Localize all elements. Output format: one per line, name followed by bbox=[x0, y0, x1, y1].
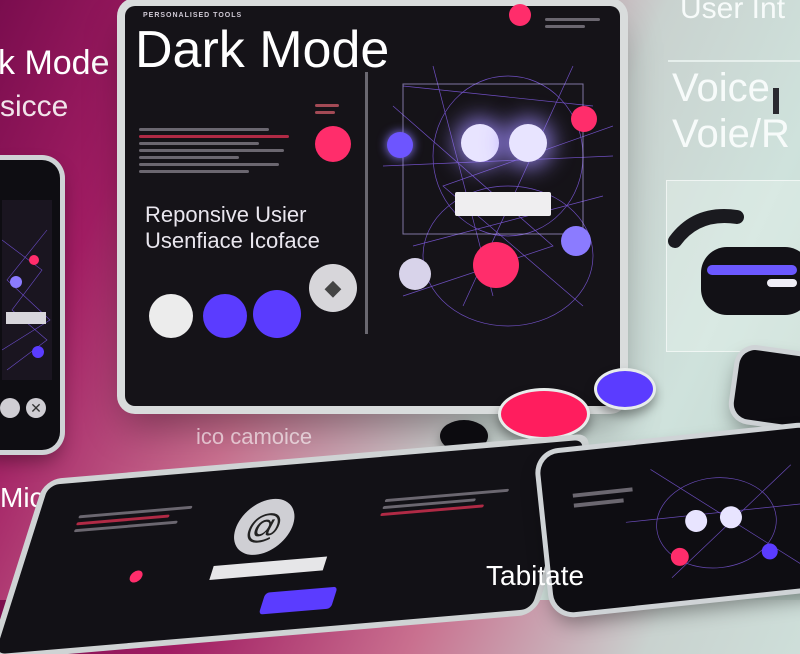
bottom-tablet-purple-bar[interactable] bbox=[258, 586, 338, 615]
right-edge-phone bbox=[731, 347, 800, 435]
purple-mode-button-1[interactable] bbox=[203, 294, 247, 338]
small-label-block bbox=[315, 100, 341, 118]
close-icon[interactable]: ✕ bbox=[26, 398, 46, 418]
robot-accent-left bbox=[387, 132, 413, 158]
panel-header-text: PERSONALISED TOOLS bbox=[143, 12, 243, 19]
bottom-left-label-fade: ico camoice bbox=[196, 424, 313, 449]
vr-card bbox=[666, 180, 800, 352]
right-caption-voice2: Voie/R bbox=[672, 112, 790, 156]
bottom-phone-robot-svg bbox=[572, 464, 800, 579]
left-phone-network-art bbox=[2, 229, 51, 371]
left-phone-icon-row: ✕ bbox=[0, 396, 56, 424]
robot-eye-left bbox=[461, 124, 499, 162]
bottom-tablet: @ bbox=[0, 439, 585, 654]
robot-side-dot bbox=[561, 226, 591, 256]
robot-eye-right bbox=[509, 124, 547, 162]
white-mode-button[interactable] bbox=[149, 294, 193, 338]
robot-lower-dot bbox=[399, 258, 431, 290]
right-caption-top: User Int bbox=[680, 0, 786, 25]
main-panel: PERSONALISED TOOLS Dark Mode Reponsive U… bbox=[125, 4, 620, 406]
bottom-tablet-red-dot bbox=[128, 569, 145, 583]
robot-input-field[interactable] bbox=[455, 192, 551, 216]
left-phone-screen bbox=[2, 200, 52, 380]
panel-top-lines bbox=[545, 14, 605, 32]
robot-chest-dot bbox=[473, 242, 519, 288]
panel-divider bbox=[365, 72, 368, 334]
voice-divider bbox=[668, 60, 800, 62]
purple-knob[interactable] bbox=[594, 368, 656, 410]
panel-top-dot bbox=[509, 4, 531, 26]
left-caption-line1: k Mode bbox=[0, 44, 110, 82]
bottom-tablet-right-lines bbox=[379, 484, 521, 520]
vr-headset-icon bbox=[668, 209, 800, 315]
pink-knob[interactable] bbox=[498, 388, 590, 440]
purple-mode-button-2[interactable] bbox=[253, 290, 301, 338]
left-caption-line2: sicce bbox=[0, 90, 69, 123]
left-phone-toggle[interactable] bbox=[0, 398, 20, 418]
right-caption-voice1: Voice bbox=[672, 66, 770, 110]
voice-accent-bar bbox=[773, 88, 779, 114]
description-text-block bbox=[139, 124, 289, 177]
black-knob[interactable] bbox=[440, 420, 488, 452]
bottom-right-label: Tabitate bbox=[486, 560, 585, 591]
bottom-tablet-input[interactable] bbox=[209, 556, 328, 580]
spiral-icon[interactable]: @ bbox=[226, 496, 302, 558]
subtitle-line1: Reponsive Usier bbox=[145, 202, 307, 227]
bottom-tablet-lines bbox=[73, 501, 205, 536]
accent-dot-pink bbox=[315, 126, 351, 162]
page-title: Dark Mode bbox=[135, 21, 390, 79]
diamond-icon[interactable]: ◆ bbox=[309, 264, 357, 312]
robot-accent-right bbox=[571, 106, 597, 132]
left-phone: ✕ bbox=[0, 160, 60, 450]
robot-art bbox=[373, 46, 613, 346]
subtitle-line2: Usenfiace Icoface bbox=[145, 228, 320, 253]
bottom-phone-screen bbox=[560, 444, 800, 598]
